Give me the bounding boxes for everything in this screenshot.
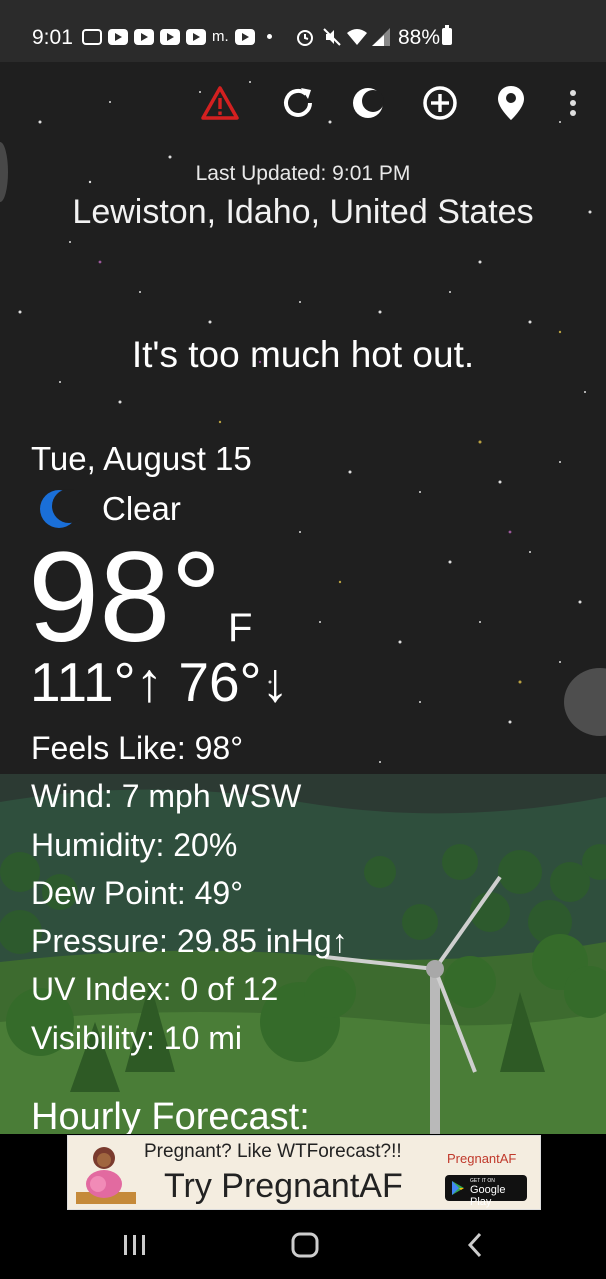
alarm-icon <box>297 30 313 46</box>
notification-icons: m. <box>82 28 272 45</box>
add-location-icon <box>423 86 457 120</box>
refresh-icon <box>284 88 312 117</box>
status-bar: 9:01 m. 88% <box>0 0 606 62</box>
more-notifications-dot-icon <box>266 34 272 39</box>
store-name: Google Play <box>470 1184 506 1208</box>
google-play-icon <box>452 1181 464 1195</box>
back-button[interactable] <box>466 1231 484 1259</box>
home-button[interactable] <box>290 1231 320 1259</box>
youtube-icon <box>234 28 255 45</box>
condition-text: Clear <box>102 490 181 527</box>
dew-point: Dew Point: 49° <box>31 874 244 911</box>
more-icon <box>570 90 576 116</box>
google-play-badge[interactable]: GET IT ON Google Play <box>445 1175 527 1208</box>
weather-details: Feels Like: 98° Wind: 7 mph WSW Humidity… <box>31 726 348 1064</box>
youtube-icon <box>160 28 180 45</box>
location-name: Lewiston, Idaho, United States <box>72 193 534 231</box>
signal-icon <box>372 28 390 46</box>
hourly-forecast-heading: Hourly Forecast: <box>31 1096 310 1138</box>
mute-icon <box>323 28 341 46</box>
visibility: Visibility: 10 mi <box>31 1019 243 1056</box>
youtube-icon <box>186 28 206 45</box>
youtube-icon <box>108 28 128 45</box>
current-date: Tue, August 15 <box>31 440 252 477</box>
pressure: Pressure: 29.85 inHg↑ <box>31 923 348 960</box>
current-temperature: 98° <box>28 526 222 669</box>
battery-icon <box>442 25 452 45</box>
wind: Wind: 7 mph WSW <box>31 778 302 815</box>
alert-button[interactable] <box>199 82 241 124</box>
theme-icon <box>353 88 384 118</box>
high-low-temperature: 111°↑ 76°↓ <box>30 651 290 713</box>
condition-row: Clear <box>38 488 181 530</box>
ad-cta: Try PregnantAF <box>164 1167 403 1205</box>
temperature-unit: F <box>228 606 253 650</box>
navigation-bar <box>0 1211 606 1279</box>
battery-percent: 88% <box>398 26 441 49</box>
ad-illustration <box>70 1138 142 1208</box>
alert-icon <box>201 86 239 120</box>
humidity: Humidity: 20% <box>31 826 238 863</box>
last-updated: Last Updated: 9:01 PM <box>195 162 411 185</box>
weather-tagline: It's too much hot out. <box>131 334 475 375</box>
moon-icon <box>40 489 80 528</box>
location-pin-icon <box>498 86 524 120</box>
app-notification-label: m. <box>212 28 229 45</box>
ad-headline: Pregnant? Like WTForecast?!! <box>144 1141 402 1162</box>
theme-toggle-button[interactable] <box>347 82 389 124</box>
status-time: 9:01 <box>32 26 73 49</box>
ad-brand: PregnantAF <box>447 1151 517 1166</box>
wifi-icon <box>347 29 367 45</box>
feels-like: Feels Like: 98° <box>31 730 244 766</box>
uv-index: UV Index: 0 of 12 <box>31 971 279 1008</box>
location-button[interactable] <box>490 82 532 124</box>
message-icon <box>82 28 102 45</box>
overflow-menu-button[interactable] <box>552 82 594 124</box>
add-location-button[interactable] <box>419 82 461 124</box>
ad-banner[interactable]: Pregnant? Like WTForecast?!! PregnantAF … <box>67 1135 541 1210</box>
refresh-button[interactable] <box>277 82 319 124</box>
youtube-icon <box>134 28 154 45</box>
recent-apps-button[interactable] <box>122 1233 148 1257</box>
